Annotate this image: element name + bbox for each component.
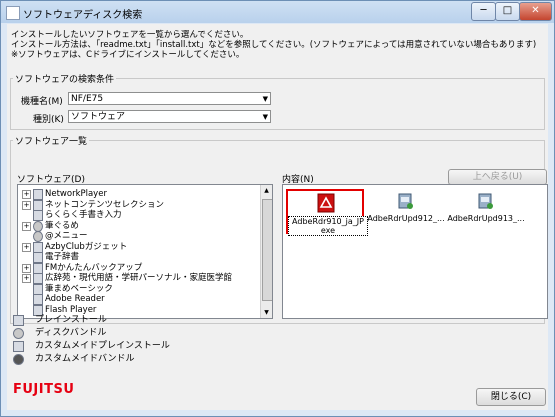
scroll-thumb[interactable] [262,199,272,301]
window-title: ソフトウェアディスク検索 [23,10,143,21]
disc-bundle-icon [13,328,24,339]
installer-icon [398,193,413,209]
tree-scrollbar[interactable]: ▲ ▼ [260,185,272,318]
search-conditions-legend: ソフトウェアの検索条件 [15,75,115,85]
content-item-update-912[interactable]: AdbeRdrUpd912_... [367,189,445,234]
content-pane[interactable]: AdbeRdr910_ja_JP exe AdbeRdrUpd912_... A… [282,184,548,319]
type-select[interactable]: ソフトウェア ▼ [68,110,271,123]
tree-item-label: NetworkPlayer [45,189,107,199]
model-value: NF/E75 [71,94,104,104]
package-icon [33,252,43,263]
content-item-caption: AdbeRdrUpd912_... [367,214,445,223]
close-button[interactable]: 閉じる(C) [476,388,546,406]
fujitsu-logo: FUJITSU [13,382,75,397]
content-item-adobe-reader-installer[interactable]: AdbeRdr910_ja_JP exe [286,189,368,236]
expand-icon[interactable]: + [22,242,31,252]
instruction-line-1: インストールしたいソフトウェアを一覧から選んでください。 [11,30,249,40]
expand-icon[interactable]: + [22,263,31,273]
disc-icon [33,231,43,242]
content-item-caption: AdbeRdr910_ja_JP exe [288,216,368,236]
tree-item-label: Adobe Reader [45,294,105,304]
tree-item-label: Flash Player [45,304,97,315]
expand-icon[interactable]: + [22,200,31,210]
package-icon [33,273,43,284]
expand-icon[interactable]: + [22,221,31,231]
title-bar[interactable]: ソフトウェアディスク検索 ─ □ ✕ [1,1,554,23]
expand-icon[interactable]: + [22,274,31,283]
content-item-caption: AdbeRdrUpd913_... [447,214,525,223]
client-area: インストールしたいソフトウェアを一覧から選んでください。 インストール方法は、「… [7,24,548,410]
custom-bundle-icon [13,354,24,365]
preinstall-icon [13,315,24,326]
model-select[interactable]: NF/E75 ▼ [68,92,271,105]
type-label: 種別(K) [33,115,64,125]
expand-icon[interactable]: + [22,190,31,199]
maximize-button[interactable]: □ [495,2,520,21]
disc-icon [33,220,43,232]
custom-preinstall-icon [13,341,24,352]
content-item-update-913[interactable]: AdbeRdrUpd913_... [447,189,525,234]
tree-item-label: ネットコンテンツセレクション [45,199,165,210]
software-list-legend: ソフトウェア一覧 [15,137,88,147]
tree-item-label: 筆ぐるめ [45,220,79,231]
package-icon [33,294,43,305]
instruction-line-3: ※ソフトウェアは、Cドライブにインストールしてください。 [11,50,245,60]
package-icon [33,241,43,253]
package-icon [33,210,43,221]
instruction-line-2: インストール方法は、「readme.txt」「install.txt」などを参照… [11,40,537,50]
go-up-button[interactable]: 上へ戻る(U) [448,169,547,185]
app-window: ソフトウェアディスク検索 ─ □ ✕ インストールしたいソフトウェアを一覧から選… [0,0,555,417]
minimize-button[interactable]: ─ [471,2,496,21]
package-icon [33,283,43,295]
model-label: 機種名(M) [21,97,63,107]
tree-item-label: 電子辞書 [45,252,80,262]
type-value: ソフトウェア [71,112,126,122]
software-tree[interactable]: + NetworkPlayer + ネットコンテンツセレクション らくらく手書き入力 + 筆… [17,184,273,319]
tree-item-label: FMかんたんバックアップ [45,262,143,273]
package-icon [33,189,43,200]
tree-item-label: AzbyClubガジェット [45,241,128,252]
tree-item-label: らくらく手書き入力 [45,210,122,220]
scroll-up-arrow[interactable]: ▲ [261,185,272,196]
app-icon [6,6,20,20]
chevron-down-icon: ▼ [262,113,268,121]
package-icon [33,199,43,211]
scroll-down-arrow[interactable]: ▼ [261,307,272,318]
pdf-icon [317,193,335,213]
tree-item-label: @メニュー [45,231,88,241]
package-icon [33,262,43,274]
instructions: インストールしたいソフトウェアを一覧から選んでください。 インストール方法は、「… [11,30,536,60]
tree-item-label: 筆まめベーシック [45,283,113,294]
close-window-button[interactable]: ✕ [519,2,552,21]
tree-item-label: 広辞苑・現代用語・学研パーソナル・家庭医学館 [45,273,233,283]
installer-icon [478,193,493,209]
chevron-down-icon: ▼ [262,95,268,103]
